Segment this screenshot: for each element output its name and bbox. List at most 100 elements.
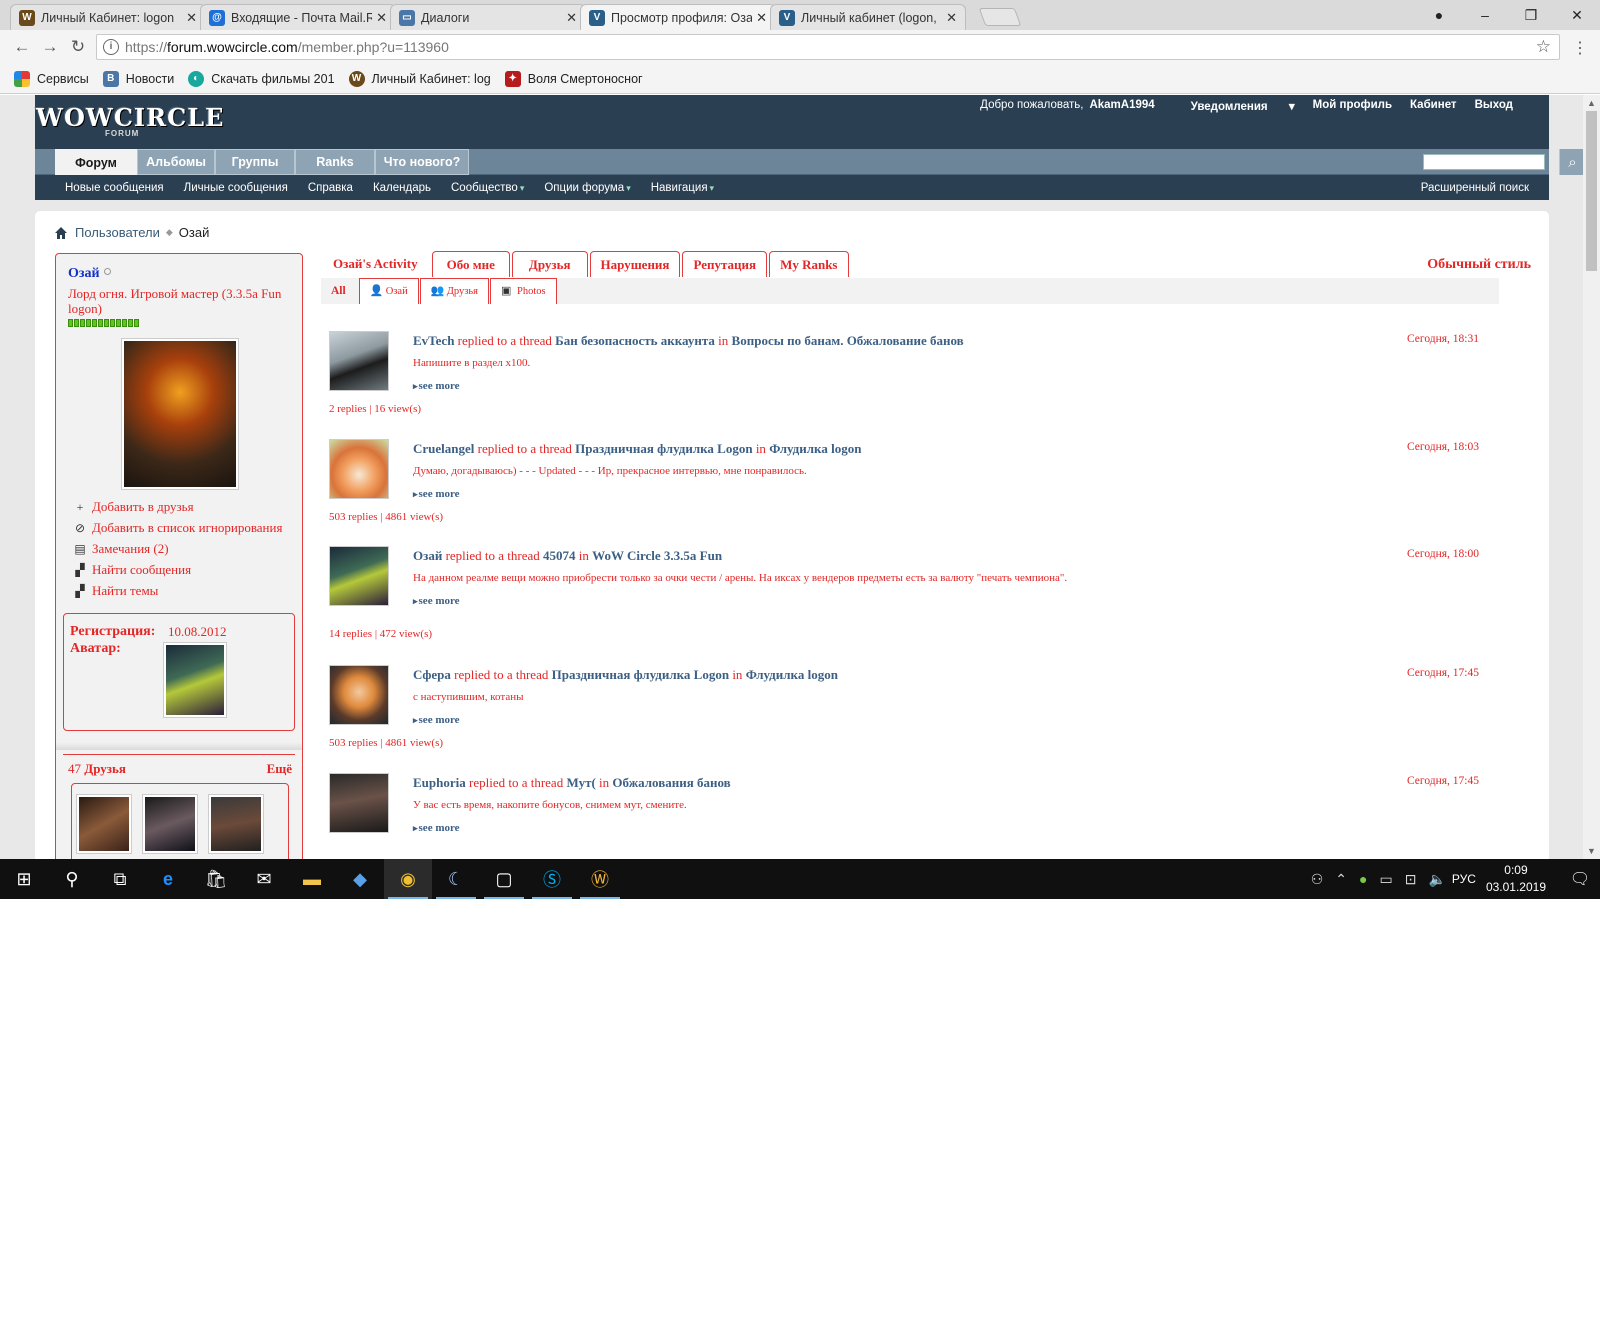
- close-window-icon[interactable]: ✕: [1554, 0, 1600, 30]
- activity-user-link[interactable]: Euphoria: [413, 775, 466, 790]
- page-scrollbar[interactable]: ▲ ▼: [1583, 95, 1600, 859]
- virtualbox-icon[interactable]: ▢: [480, 859, 528, 899]
- subnav-help[interactable]: Справка: [308, 182, 353, 194]
- file-explorer-icon[interactable]: ▬: [288, 859, 336, 899]
- activity-forum-link[interactable]: Флудилка logon: [769, 441, 861, 456]
- battery-icon[interactable]: ▭: [1380, 871, 1393, 888]
- activity-avatar[interactable]: [329, 773, 389, 833]
- forum-search-input[interactable]: [1423, 154, 1545, 170]
- friend-avatar[interactable]: [208, 794, 264, 854]
- activity-thread-link[interactable]: 45074: [543, 548, 576, 563]
- search-icon[interactable]: ⚲: [48, 859, 96, 899]
- minimize-icon[interactable]: –: [1462, 0, 1508, 30]
- filter-user[interactable]: 👤 Озай: [358, 278, 419, 304]
- windows-start-icon[interactable]: ⊞: [0, 859, 48, 899]
- bookmark-cabinet[interactable]: W Личный Кабинет: log: [348, 70, 491, 87]
- chevron-up-icon[interactable]: ⌃: [1335, 871, 1347, 888]
- notifications-icon[interactable]: 🗨: [1560, 859, 1600, 899]
- activity-avatar[interactable]: [329, 439, 389, 499]
- site-logo[interactable]: WOWCIRCLE: [36, 103, 224, 132]
- tab-activity[interactable]: Озай's Activity: [333, 251, 430, 277]
- see-more-link[interactable]: see more: [413, 714, 460, 726]
- profile-icon[interactable]: ●: [1416, 0, 1462, 30]
- close-tab-icon[interactable]: ✕: [756, 10, 767, 26]
- bookmark-will[interactable]: ✦ Воля Смертоносног: [504, 70, 643, 87]
- see-more-link[interactable]: see more: [413, 822, 460, 834]
- add-ignore-link[interactable]: ⊘ Добавить в список игнорирования: [74, 517, 282, 538]
- advanced-search-link[interactable]: Расширенный поиск: [1421, 182, 1529, 194]
- activity-avatar[interactable]: [329, 546, 389, 606]
- close-tab-icon[interactable]: ✕: [566, 10, 577, 26]
- home-icon[interactable]: [55, 226, 67, 239]
- nav-tab-albums[interactable]: Альбомы: [137, 149, 215, 175]
- nav-tab-whats-new[interactable]: Что нового?: [375, 149, 469, 175]
- back-arrow-icon[interactable]: ←: [10, 36, 34, 58]
- infractions-link[interactable]: ▤ Замечания (2): [74, 538, 282, 559]
- skype-icon[interactable]: Ⓢ: [528, 859, 576, 899]
- scroll-up-icon[interactable]: ▲: [1583, 98, 1600, 108]
- clock[interactable]: 0:09 03.01.2019: [1486, 862, 1546, 896]
- forward-arrow-icon[interactable]: →: [38, 36, 62, 58]
- subnav-navigation[interactable]: Навигация ▾: [651, 182, 714, 194]
- subnav-private-messages[interactable]: Личные сообщения: [184, 182, 288, 194]
- tab-about-me[interactable]: Обо мне: [431, 251, 510, 277]
- activity-forum-link[interactable]: Обжалования банов: [612, 775, 730, 790]
- site-info-icon[interactable]: i: [103, 39, 119, 55]
- activity-thread-link[interactable]: Праздничная флудилка Logon: [575, 441, 752, 456]
- tab-infractions[interactable]: Нарушения: [589, 251, 681, 277]
- activity-forum-link[interactable]: Флудилка logon: [746, 667, 838, 682]
- activity-user-link[interactable]: Озай: [413, 548, 442, 563]
- bookmark-star-icon[interactable]: ☆: [1536, 37, 1551, 57]
- logout-link[interactable]: Выход: [1475, 99, 1513, 113]
- breadcrumb-parent[interactable]: Пользователи: [75, 225, 160, 240]
- tray-app-icon[interactable]: ●: [1359, 871, 1367, 887]
- browser-tab-2[interactable]: @ Входящие - Почта Mail.R ✕: [200, 4, 396, 30]
- nav-tab-groups[interactable]: Группы: [215, 149, 295, 175]
- see-more-link[interactable]: see more: [413, 595, 460, 607]
- bookmark-news[interactable]: В Новости: [102, 70, 174, 87]
- bookmark-films[interactable]: ◐ Скачать фильмы 201: [188, 70, 335, 87]
- add-friend-link[interactable]: + Добавить в друзья: [74, 496, 282, 517]
- friends-more-link[interactable]: Ещё: [267, 761, 292, 777]
- notifications-link[interactable]: Уведомления ▾: [1173, 99, 1295, 113]
- my-profile-link[interactable]: Мой профиль: [1313, 99, 1392, 113]
- activity-avatar[interactable]: [329, 665, 389, 725]
- input-language[interactable]: РУС: [1452, 872, 1476, 886]
- friend-avatar[interactable]: [76, 794, 132, 854]
- search-icon[interactable]: ⌕: [1559, 149, 1583, 175]
- address-bar[interactable]: i https:// forum.wowcircle.com /member.p…: [96, 34, 1560, 60]
- edge-icon[interactable]: e: [144, 859, 192, 899]
- scroll-down-icon[interactable]: ▼: [1583, 846, 1600, 856]
- activity-forum-link[interactable]: Вопросы по банам. Обжалование банов: [732, 333, 964, 348]
- browser-tab-4[interactable]: V Просмотр профиля: Озай ✕: [580, 4, 776, 30]
- browser-tab-5[interactable]: V Личный кабинет (logon, ✕: [770, 4, 966, 30]
- browser-tab-1[interactable]: W Личный Кабинет: logon ✕: [10, 4, 206, 30]
- close-tab-icon[interactable]: ✕: [946, 10, 957, 26]
- close-tab-icon[interactable]: ✕: [186, 10, 197, 26]
- close-tab-icon[interactable]: ✕: [376, 10, 387, 26]
- reload-icon[interactable]: ↻: [66, 36, 90, 58]
- cloud-app-icon[interactable]: ☾: [432, 859, 480, 899]
- tab-friends[interactable]: Друзья: [511, 251, 588, 277]
- restore-icon[interactable]: ❐: [1508, 0, 1554, 30]
- friends-label[interactable]: Друзья: [84, 761, 126, 776]
- new-tab-button[interactable]: [978, 8, 1022, 26]
- people-icon[interactable]: ⚇: [1311, 871, 1324, 888]
- bookmark-services[interactable]: Сервисы: [14, 70, 89, 87]
- find-posts-link[interactable]: ▞ Найти сообщения: [74, 559, 282, 580]
- activity-thread-link[interactable]: Бан безопасность аккаунта: [555, 333, 715, 348]
- nav-tab-forum[interactable]: Форум: [55, 149, 137, 176]
- activity-avatar[interactable]: [329, 331, 389, 391]
- friend-avatar[interactable]: [142, 794, 198, 854]
- tab-my-ranks[interactable]: My Ranks: [769, 251, 849, 277]
- wow-launcher-icon[interactable]: Ⓦ: [576, 859, 624, 899]
- style-switch-link[interactable]: Обычный стиль: [1427, 257, 1531, 273]
- browser-menu-icon[interactable]: ⋮: [1572, 38, 1588, 58]
- see-more-link[interactable]: see more: [413, 380, 460, 392]
- current-username[interactable]: AkamA1994: [1089, 99, 1154, 113]
- subnav-community[interactable]: Сообщество ▾: [451, 182, 524, 194]
- mail-icon[interactable]: ✉: [240, 859, 288, 899]
- store-icon[interactable]: 🛍: [192, 859, 240, 899]
- filter-all[interactable]: All: [321, 278, 358, 304]
- filter-photos[interactable]: ▣ Photos: [490, 278, 557, 304]
